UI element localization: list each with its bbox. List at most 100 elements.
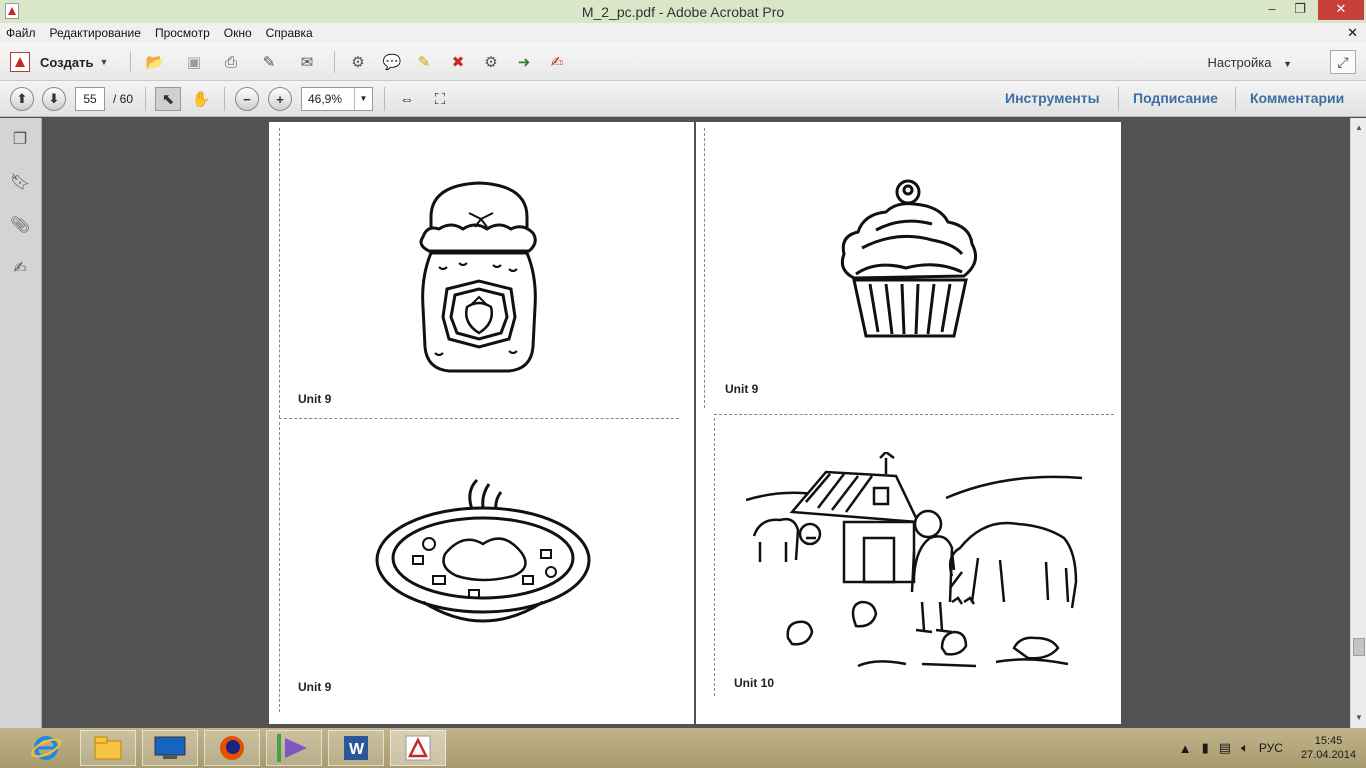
main-toolbar: Создать ▼ 📂 ▣ ⎙ ✎ ✉ ⚙ 💬 ✎ ✖ ⚙ ➜ ✍ Настро…	[0, 43, 1366, 81]
clock-date: 27.04.2014	[1300, 749, 1356, 761]
open-folder-icon[interactable]: 📂	[145, 52, 165, 72]
battery-icon[interactable]: ▮	[1202, 740, 1209, 756]
svg-text:W: W	[349, 741, 365, 758]
menu-edit[interactable]: Редактирование	[50, 26, 141, 40]
cut-line	[279, 422, 280, 712]
zoom-level-field[interactable]: 46,9% ▼	[301, 87, 373, 111]
page-total: / 60	[113, 92, 134, 106]
customize-label: Настройка	[1207, 55, 1272, 70]
maximize-button[interactable]: ❐	[1286, 0, 1314, 20]
navigation-toolbar: ⬆ ⬇ 55 / 60 ⬉ ✋ − + 46,9% ▼ ⇔ ⛶ Инструме…	[0, 81, 1366, 117]
menu-help[interactable]: Справка	[266, 26, 313, 40]
attachment-icon[interactable]: 📎︎	[9, 214, 31, 236]
gear-icon[interactable]: ⚙	[348, 52, 368, 72]
page-number-input[interactable]: 55	[75, 87, 105, 111]
create-pdf-icon	[10, 52, 30, 72]
tab-sign[interactable]: Подписание	[1133, 90, 1218, 106]
volume-icon[interactable]: 🔈︎	[1241, 740, 1249, 756]
toolbar-divider	[384, 87, 385, 111]
navigation-pane: ❐ 🔖︎ 📎︎ ✍	[0, 118, 42, 728]
farm-illustration	[746, 452, 1083, 668]
title-bar: M_2_pc.pdf - Adobe Acrobat Pro – ❐ ✕	[0, 0, 1366, 23]
lenovo-icon[interactable]	[142, 730, 198, 766]
chevron-down-icon[interactable]: ▼	[354, 88, 372, 110]
zoom-in-icon[interactable]: +	[268, 87, 292, 111]
customize-menu[interactable]: Настройка ▼	[1207, 55, 1292, 70]
toolbar-divider	[1235, 87, 1236, 111]
card-unit-label: Unit 9	[725, 382, 759, 396]
system-tray: ▲ ▮ ▤ 🔈︎ РУС 15:45 27.04.2014	[1179, 728, 1356, 768]
card-unit-label: Unit 9	[298, 680, 332, 694]
comment-icon[interactable]: 💬	[382, 52, 402, 72]
visual-studio-icon[interactable]	[266, 730, 322, 766]
network-icon[interactable]: ▤	[1219, 740, 1231, 756]
page-thumbnails-icon[interactable]: ❐	[9, 128, 31, 150]
cut-line	[279, 418, 679, 419]
zoom-out-icon[interactable]: −	[235, 87, 259, 111]
bookmark-icon[interactable]: 🔖︎	[9, 171, 31, 193]
soup-bowl-illustration	[375, 478, 591, 623]
pdf-page-left: Unit 9 Unit 9	[269, 122, 694, 724]
cut-line	[704, 128, 705, 408]
clock-time: 15:45	[1314, 735, 1343, 747]
toolbar-divider	[224, 87, 225, 111]
chevron-down-icon: ▼	[99, 57, 109, 67]
internet-explorer-icon[interactable]	[18, 730, 74, 766]
window-title: M_2_pc.pdf - Adobe Acrobat Pro	[581, 4, 785, 20]
page-settings-icon[interactable]: ⚙	[481, 52, 501, 72]
card-unit-label: Unit 10	[734, 676, 775, 690]
next-page-icon[interactable]: ⬇	[42, 87, 66, 111]
menu-bar: Файл Редактирование Просмотр Окно Справк…	[0, 23, 1366, 43]
toolbar-divider	[334, 51, 335, 73]
edit-document-icon[interactable]: ✎	[259, 52, 279, 72]
highlight-icon[interactable]: ✎	[414, 52, 434, 72]
pdf-page-right: Unit 9 Unit 10	[696, 122, 1121, 724]
toolbar-divider	[145, 87, 146, 111]
jam-jar-illustration	[419, 181, 537, 373]
tab-comments[interactable]: Комментарии	[1250, 90, 1344, 106]
fullscreen-icon[interactable]: ⤢	[1330, 50, 1356, 74]
export-icon[interactable]: ➜	[514, 52, 534, 72]
cut-line	[714, 418, 715, 696]
word-icon[interactable]: W	[328, 730, 384, 766]
firefox-icon[interactable]	[204, 730, 260, 766]
document-view[interactable]: Unit 9 Unit 9 Unit 9 Unit 10	[42, 118, 1350, 728]
menu-window[interactable]: Окно	[224, 26, 252, 40]
toolbar-divider	[130, 51, 131, 73]
zoom-level-value: 46,9%	[308, 92, 343, 106]
toolbar-divider	[1118, 87, 1119, 111]
tab-tools[interactable]: Инструменты	[1005, 90, 1100, 106]
show-hidden-icons-icon[interactable]: ▲	[1179, 741, 1192, 756]
scroll-down-icon[interactable]: ▼	[1351, 710, 1366, 726]
input-language[interactable]: РУС	[1259, 741, 1283, 755]
windows-taskbar: W ▲ ▮ ▤ 🔈︎ РУС 15:45 27.04.2014	[0, 728, 1366, 768]
clock[interactable]: 15:45 27.04.2014	[1301, 734, 1356, 762]
select-tool-icon[interactable]: ⬉	[155, 87, 181, 111]
signature-icon[interactable]: ✍	[9, 257, 31, 279]
cut-line	[279, 128, 280, 418]
email-icon[interactable]: ✉	[297, 52, 317, 72]
hand-tool-icon[interactable]: ✋	[188, 87, 214, 111]
previous-page-icon[interactable]: ⬆	[10, 87, 34, 111]
menu-view[interactable]: Просмотр	[155, 26, 210, 40]
file-explorer-icon[interactable]	[80, 730, 136, 766]
scroll-up-icon[interactable]: ▲	[1351, 120, 1366, 136]
create-button[interactable]: Создать ▼	[10, 51, 108, 73]
cut-line	[714, 414, 1114, 415]
menu-file[interactable]: Файл	[6, 26, 36, 40]
cupcake-illustration	[840, 179, 978, 338]
sign-icon[interactable]: ✍	[547, 52, 567, 72]
chevron-down-icon: ▼	[1283, 59, 1292, 69]
acrobat-taskbar-icon[interactable]	[390, 730, 446, 766]
document-close-button[interactable]: ✕	[1347, 25, 1358, 41]
fit-width-icon[interactable]: ⇔	[394, 87, 420, 111]
minimize-button[interactable]: –	[1258, 0, 1286, 20]
delete-page-icon[interactable]: ✖	[448, 52, 468, 72]
scrollbar-thumb[interactable]	[1353, 638, 1365, 656]
print-icon[interactable]: ⎙	[221, 52, 241, 72]
save-icon[interactable]: ▣	[184, 52, 204, 72]
card-unit-label: Unit 9	[298, 392, 332, 406]
vertical-scrollbar[interactable]: ▲ ▼	[1350, 118, 1366, 728]
close-button[interactable]: ✕	[1318, 0, 1364, 20]
fit-page-icon[interactable]: ⛶	[427, 87, 453, 111]
